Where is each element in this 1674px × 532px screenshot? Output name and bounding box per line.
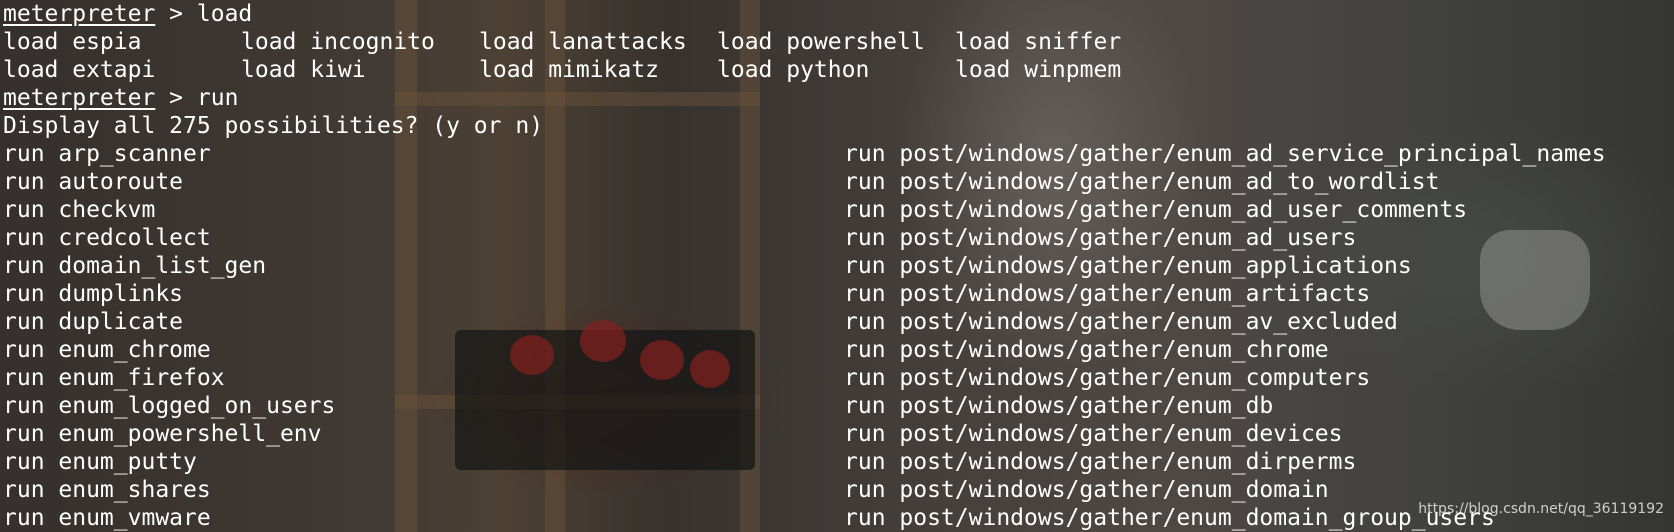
completion-item: run post/windows/gather/enum_db xyxy=(844,393,1274,419)
completion-row: run checkvm run post/windows/gather/enum_… xyxy=(3,196,1467,224)
completion-item: run post/windows/gather/enum_chrome xyxy=(844,337,1329,363)
completion-row: run enum_logged_on_users run post/windows… xyxy=(3,392,1273,420)
completion-row: run enum_vmware run post/windows/gather/e… xyxy=(3,504,1495,532)
completion-item: run post/windows/gather/enum_ad_user_com… xyxy=(844,197,1468,223)
completion-item: load incognito xyxy=(241,29,435,55)
completion-item: run post/windows/gather/enum_domain xyxy=(844,477,1329,503)
possibilities-prompt: Display all 275 possibilities? (y or n) xyxy=(3,113,544,139)
completion-item: load winpmem xyxy=(955,57,1122,83)
completion-item: load sniffer xyxy=(955,29,1122,55)
completion-item: run post/windows/gather/enum_av_excluded xyxy=(844,309,1398,335)
completion-item: run enum_firefox xyxy=(3,365,225,391)
completion-item: run checkvm xyxy=(3,197,156,223)
prompt-line: meterpreter > run xyxy=(3,84,543,112)
completion-item: run post/windows/gather/enum_dirperms xyxy=(844,449,1357,475)
completion-item: run enum_powershell_env xyxy=(3,421,322,447)
completion-item: run post/windows/gather/enum_application… xyxy=(844,253,1412,279)
completion-item: run autoroute xyxy=(3,169,184,195)
completion-row: run enum_powershell_env run post/windows/… xyxy=(3,420,1343,448)
completion-item: run post/windows/gather/enum_artifacts xyxy=(844,281,1371,307)
background-jug xyxy=(1480,230,1590,330)
completion-item: run enum_putty xyxy=(3,449,197,475)
completion-item: run post/windows/gather/enum_devices xyxy=(844,421,1343,447)
completion-item: run arp_scanner xyxy=(3,141,211,167)
completion-row: run credcollect run post/windows/gather/e… xyxy=(3,224,1356,252)
typed-command: load xyxy=(196,1,253,27)
prompt-separator: > xyxy=(155,85,197,111)
completion-item: load lanattacks xyxy=(479,29,687,55)
completion-row: run domain_list_gen run post/windows/gath… xyxy=(3,252,1412,280)
completion-item: run enum_logged_on_users xyxy=(3,393,336,419)
terminal-window[interactable]: meterpreter > load load espia load incog… xyxy=(0,0,1674,532)
completion-item: load extapi xyxy=(3,57,156,83)
completion-row: run dumplinks run post/windows/gather/enu… xyxy=(3,280,1370,308)
completion-item: load python xyxy=(717,57,870,83)
completion-item: run post/windows/gather/enum_ad_to_wordl… xyxy=(844,169,1440,195)
completion-row: run autoroute run post/windows/gather/enu… xyxy=(3,168,1439,196)
completion-row: run enum_chrome run post/windows/gather/e… xyxy=(3,336,1329,364)
typed-command: run xyxy=(196,85,239,111)
background-apple xyxy=(580,320,626,362)
completion-row: load espia load incognito load lanattack… xyxy=(3,28,1121,56)
completion-item: run post/windows/gather/enum_ad_service_… xyxy=(844,141,1606,167)
completion-row: run arp_scanner run post/windows/gather/e… xyxy=(3,140,1606,168)
completion-item: run post/windows/gather/enum_computers xyxy=(844,365,1371,391)
completion-item: run duplicate xyxy=(3,309,184,335)
completion-item: run enum_shares xyxy=(3,477,211,503)
completion-item: run post/windows/gather/enum_ad_users xyxy=(844,225,1357,251)
background-apple xyxy=(640,340,684,380)
completion-row: run enum_shares run post/windows/gather/e… xyxy=(3,476,1329,504)
completion-item: load espia xyxy=(3,29,142,55)
completion-item: run domain_list_gen xyxy=(3,253,267,279)
terminal-output: meterpreter > load load espia load incog… xyxy=(3,0,1606,532)
completion-item: run enum_chrome xyxy=(3,337,211,363)
completion-item: load kiwi xyxy=(241,57,366,83)
completion-item: load powershell xyxy=(717,29,925,55)
completion-item: run dumplinks xyxy=(3,281,184,307)
background-apple xyxy=(690,350,730,388)
completion-item: run post/windows/gather/enum_domain_grou… xyxy=(844,505,1495,531)
prompt-separator: > xyxy=(155,1,197,27)
completion-row: run enum_firefox run post/windows/gather/… xyxy=(3,364,1370,392)
prompt-label: meterpreter xyxy=(3,1,156,27)
completion-row: load extapi load kiwi load mimikatz load… xyxy=(3,56,1121,84)
completion-item: load mimikatz xyxy=(479,57,660,83)
watermark-url: https://blog.csdn.net/qq_36119192 xyxy=(1418,501,1664,517)
completion-row: run duplicate run post/windows/gather/enu… xyxy=(3,308,1398,336)
completion-item: run credcollect xyxy=(3,225,211,251)
completion-row: run enum_putty run post/windows/gather/en… xyxy=(3,448,1356,476)
completion-item: run enum_vmware xyxy=(3,505,211,531)
prompt-line: meterpreter > load xyxy=(3,0,543,28)
prompt-label: meterpreter xyxy=(3,85,156,111)
